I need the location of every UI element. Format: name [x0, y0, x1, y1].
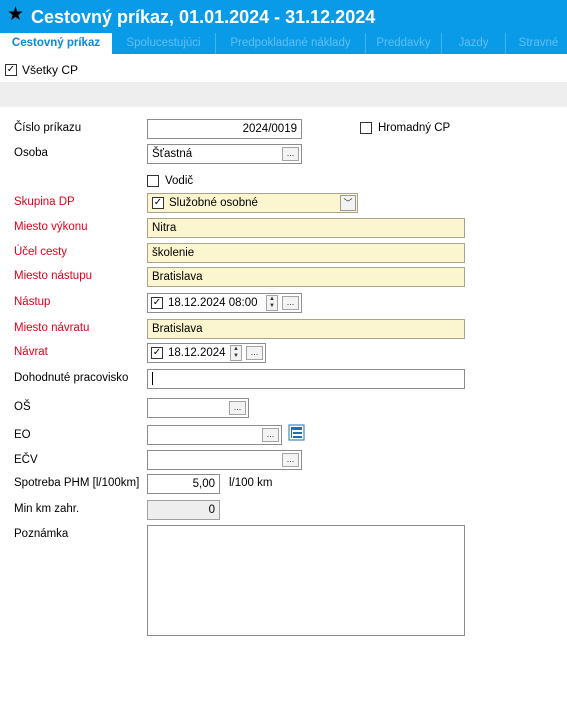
dohodnute-pracovisko-field[interactable] [147, 369, 465, 389]
toolbar-strip [0, 82, 567, 107]
os-field[interactable]: ... [147, 398, 249, 418]
miesto-nastupu-field[interactable]: Bratislava [147, 267, 465, 287]
spotreba-phm-field[interactable]: 5,00 [147, 474, 220, 494]
navrat-picker-button[interactable]: ... [246, 346, 263, 360]
min-km-zahr-field: 0 [147, 500, 220, 520]
title-bar: ★ Cestovný príkaz, 01.01.2024 - 31.12.20… [0, 0, 567, 33]
skupina-dp-label: Skupina DP [14, 196, 75, 208]
ucel-cesty-field[interactable]: školenie [147, 243, 465, 263]
nastup-value: 18.12.2024 08:00 [168, 297, 258, 309]
skupina-dp-dropdown[interactable]: ✓ Služobné osobné ﹀ [147, 193, 358, 213]
tab-bar: Cestovný príkaz Spolucestujúci Predpokla… [0, 33, 567, 54]
navrat-spin-icon[interactable]: ▲ ▼ [230, 345, 242, 361]
nastup-picker-button[interactable]: ... [282, 296, 299, 310]
eo-lookup-button[interactable]: ... [262, 428, 279, 442]
poznamka-textarea[interactable] [147, 525, 465, 636]
miesto-vykonu-field[interactable]: Nitra [147, 218, 465, 238]
skupina-dp-checkbox[interactable]: ✓ [152, 196, 164, 209]
vodic-label: Vodič [165, 175, 194, 187]
eo-label: EO [14, 429, 31, 441]
spotreba-phm-label: Spotreba PHM [l/100km] [14, 477, 140, 489]
tab-jazdy[interactable]: Jazdy [442, 33, 506, 54]
org-structure-icon[interactable] [288, 424, 305, 441]
spotreba-phm-unit: l/100 km [229, 477, 273, 489]
ecv-label: EČV [14, 454, 38, 466]
star-icon[interactable]: ★ [7, 5, 24, 25]
ucel-cesty-label: Účel cesty [14, 246, 68, 258]
tab-spolucestujuci[interactable]: Spolucestujúci [112, 33, 216, 54]
miesto-navratu-label: Miesto návratu [14, 322, 90, 334]
ecv-field[interactable]: ... [147, 450, 302, 470]
cislo-prikazu-label: Číslo príkazu [14, 122, 82, 134]
nastup-checkbox[interactable]: ✓ [151, 296, 163, 309]
tab-cestovny-prikaz[interactable]: Cestovný príkaz [0, 33, 112, 54]
hromadny-cp-toggle[interactable]: Hromadný CP [360, 122, 450, 134]
eo-field[interactable]: ... [147, 425, 282, 445]
osoba-field[interactable]: Šťastná ... [147, 144, 302, 164]
os-lookup-button[interactable]: ... [229, 401, 246, 415]
cislo-prikazu-field[interactable]: 2024/0019 [147, 119, 302, 139]
chevron-down-icon[interactable]: ﹀ [340, 195, 356, 211]
nastup-label: Nástup [14, 296, 51, 308]
osoba-label: Osoba [14, 147, 48, 159]
vodic-checkbox[interactable] [147, 175, 159, 187]
navrat-value: 18.12.2024 [168, 347, 226, 359]
all-cp-toggle[interactable]: ✓ Všetky CP [5, 63, 78, 77]
hromadny-cp-checkbox[interactable] [360, 122, 372, 134]
osoba-lookup-button[interactable]: ... [282, 147, 299, 161]
tab-stravne[interactable]: Stravné [506, 33, 567, 54]
text-caret [152, 372, 153, 386]
nastup-spin-icon[interactable]: ▲ ▼ [266, 295, 278, 311]
miesto-navratu-field[interactable]: Bratislava [147, 319, 465, 339]
osoba-value: Šťastná [152, 148, 193, 160]
hromadny-cp-label: Hromadný CP [378, 122, 451, 134]
dohodnute-pracovisko-label: Dohodnuté pracovisko [14, 372, 129, 384]
min-km-zahr-label: Min km zahr. [14, 503, 80, 515]
window-title: Cestovný príkaz, 01.01.2024 - 31.12.2024 [31, 7, 376, 27]
navrat-checkbox[interactable]: ✓ [151, 346, 163, 359]
ecv-lookup-button[interactable]: ... [282, 453, 299, 467]
tab-preddavky[interactable]: Preddavky [366, 33, 442, 54]
tab-predpokladane-naklady[interactable]: Predpokladané náklady [216, 33, 366, 54]
nastup-datetime-field[interactable]: ✓ 18.12.2024 08:00 ▲ ▼ ... [147, 293, 302, 313]
navrat-date-field[interactable]: ✓ 18.12.2024 ▲ ▼ ... [147, 343, 266, 363]
skupina-dp-value: Služobné osobné [169, 197, 258, 209]
vodic-toggle[interactable]: Vodič [147, 175, 193, 187]
os-label: OŠ [14, 401, 31, 413]
miesto-vykonu-label: Miesto výkonu [14, 221, 88, 233]
all-cp-label: Všetky CP [22, 63, 79, 77]
poznamka-label: Poznámka [14, 528, 69, 540]
navrat-label: Návrat [14, 346, 48, 358]
all-cp-checkbox[interactable]: ✓ [5, 64, 17, 76]
miesto-nastupu-label: Miesto nástupu [14, 270, 92, 282]
